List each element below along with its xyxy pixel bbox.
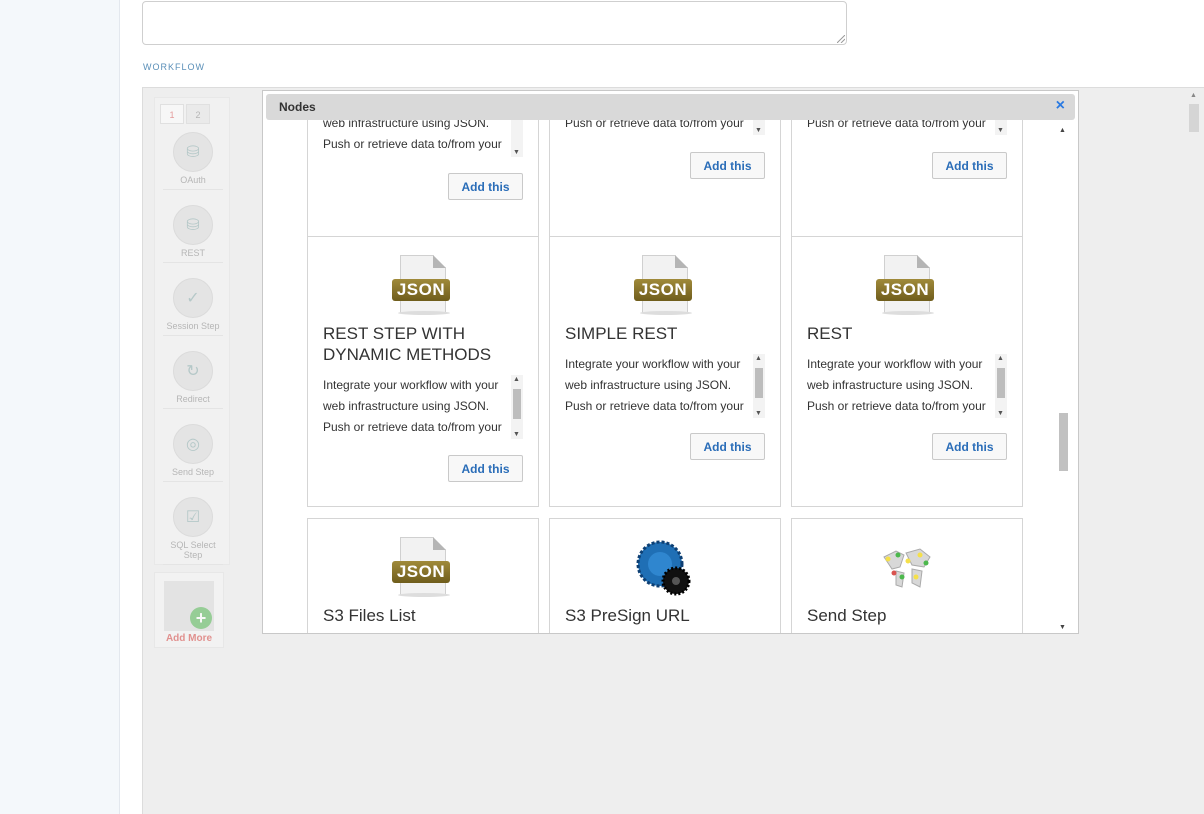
card-title: Send Step bbox=[807, 606, 887, 625]
card-description: Push or retrieve data to/from your ▼ bbox=[807, 120, 1007, 135]
step-page-tab-2[interactable]: 2 bbox=[186, 104, 210, 124]
step-item-session[interactable]: ✓ Session Step bbox=[155, 278, 231, 336]
step-label: REST bbox=[163, 248, 223, 263]
redirect-icon: ↻ bbox=[173, 351, 213, 391]
scrollbar-thumb[interactable] bbox=[1059, 413, 1068, 471]
close-icon[interactable]: × bbox=[1056, 97, 1065, 115]
step-label: Redirect bbox=[163, 394, 223, 409]
step-page-tab-1[interactable]: 1 bbox=[160, 104, 184, 124]
step-list-panel: 1 2 ⛁ OAuth ⛁ REST ✓ Session Step ↻ Redi… bbox=[154, 97, 230, 565]
description-scrollbar[interactable]: ▲▼ bbox=[995, 354, 1007, 418]
database-icon: ⛁ bbox=[173, 132, 213, 172]
card-title: SIMPLE REST bbox=[565, 324, 678, 343]
node-card-s3-presign-url: S3 PreSign URL bbox=[549, 518, 781, 633]
add-this-button[interactable]: Add this bbox=[932, 433, 1007, 460]
node-card-send-step: Send Step bbox=[791, 518, 1023, 633]
step-label: Session Step bbox=[163, 321, 223, 336]
card-description: Push or retrieve data to/from your ▼ bbox=[565, 120, 765, 135]
description-scrollbar[interactable]: ▼ bbox=[753, 120, 765, 135]
step-label: OAuth bbox=[163, 175, 223, 190]
card-description: Integrate your workflow with your web in… bbox=[323, 375, 523, 439]
description-scrollbar[interactable]: ▲▼ bbox=[511, 120, 523, 157]
page-scrollbar[interactable]: ▲ bbox=[1189, 92, 1199, 814]
step-page-tabs: 1 2 bbox=[160, 104, 210, 124]
json-file-icon: JSON bbox=[876, 255, 938, 317]
add-more-button[interactable]: + Add More bbox=[154, 572, 224, 648]
resize-grip-icon[interactable] bbox=[837, 35, 845, 43]
globe-icon: ◎ bbox=[173, 424, 213, 464]
node-card: web infrastructure using JSON. Push or r… bbox=[307, 120, 539, 255]
description-scrollbar[interactable]: ▼ bbox=[995, 120, 1007, 135]
dialog-title: Nodes bbox=[279, 100, 316, 114]
step-item-rest[interactable]: ⛁ REST bbox=[155, 205, 231, 263]
check-circle-icon: ✓ bbox=[173, 278, 213, 318]
nodes-grid: web infrastructure using JSON. Push or r… bbox=[263, 120, 1078, 633]
step-item-redirect[interactable]: ↻ Redirect bbox=[155, 351, 231, 409]
card-title: S3 PreSign URL bbox=[565, 606, 690, 625]
add-this-button[interactable]: Add this bbox=[690, 152, 765, 179]
node-card: Push or retrieve data to/from your ▼ Add… bbox=[791, 120, 1023, 255]
left-sidebar bbox=[0, 0, 120, 814]
add-node-icon: + bbox=[164, 581, 214, 631]
add-this-button[interactable]: Add this bbox=[690, 433, 765, 460]
step-label: SQL Select Step bbox=[163, 540, 223, 565]
card-title: REST bbox=[807, 324, 853, 343]
json-file-icon: JSON bbox=[392, 255, 454, 317]
node-card-simple-rest: JSON SIMPLE REST Integrate your workflow… bbox=[549, 236, 781, 507]
node-card-rest-step-dynamic: JSON REST STEP WITH DYNAMIC METHODS Inte… bbox=[307, 236, 539, 507]
add-more-label: Add More bbox=[165, 633, 213, 644]
json-file-icon: JSON bbox=[392, 537, 454, 599]
card-description: Integrate your workflow with your web in… bbox=[565, 354, 765, 418]
add-this-button[interactable]: Add this bbox=[448, 173, 523, 200]
step-item-sql-select[interactable]: ☑ SQL Select Step bbox=[155, 497, 231, 565]
add-this-button[interactable]: Add this bbox=[448, 455, 523, 482]
add-this-button[interactable]: Add this bbox=[932, 152, 1007, 179]
nodes-dialog: Nodes × web infrastructure using JSON. P… bbox=[262, 90, 1079, 634]
node-card-s3-files-list: JSON S3 Files List bbox=[307, 518, 539, 633]
description-scrollbar[interactable]: ▲▼ bbox=[753, 354, 765, 418]
checkbox-icon: ☑ bbox=[173, 497, 213, 537]
node-card-rest: JSON REST Integrate your workflow with y… bbox=[791, 236, 1023, 507]
card-description: web infrastructure using JSON. Push or r… bbox=[323, 120, 523, 157]
card-title: S3 Files List bbox=[323, 606, 416, 625]
dialog-header: Nodes × bbox=[266, 94, 1075, 120]
world-map-icon bbox=[876, 537, 938, 599]
description-scrollbar[interactable]: ▲▼ bbox=[511, 375, 523, 439]
workflow-section-label: WORKFLOW bbox=[143, 62, 205, 72]
dialog-scrollbar[interactable]: ▲ ▼ bbox=[1059, 127, 1068, 631]
card-title: REST STEP WITH DYNAMIC METHODS bbox=[323, 324, 492, 364]
json-file-icon: JSON bbox=[634, 255, 696, 317]
database-icon: ⛁ bbox=[173, 205, 213, 245]
node-card: Push or retrieve data to/from your ▼ Add… bbox=[549, 120, 781, 255]
description-textarea[interactable] bbox=[142, 1, 847, 45]
blue-gear-icon bbox=[634, 537, 696, 599]
step-item-send[interactable]: ◎ Send Step bbox=[155, 424, 231, 482]
step-label: Send Step bbox=[163, 467, 223, 482]
card-description: Integrate your workflow with your web in… bbox=[807, 354, 1007, 418]
step-item-oauth[interactable]: ⛁ OAuth bbox=[155, 132, 231, 190]
